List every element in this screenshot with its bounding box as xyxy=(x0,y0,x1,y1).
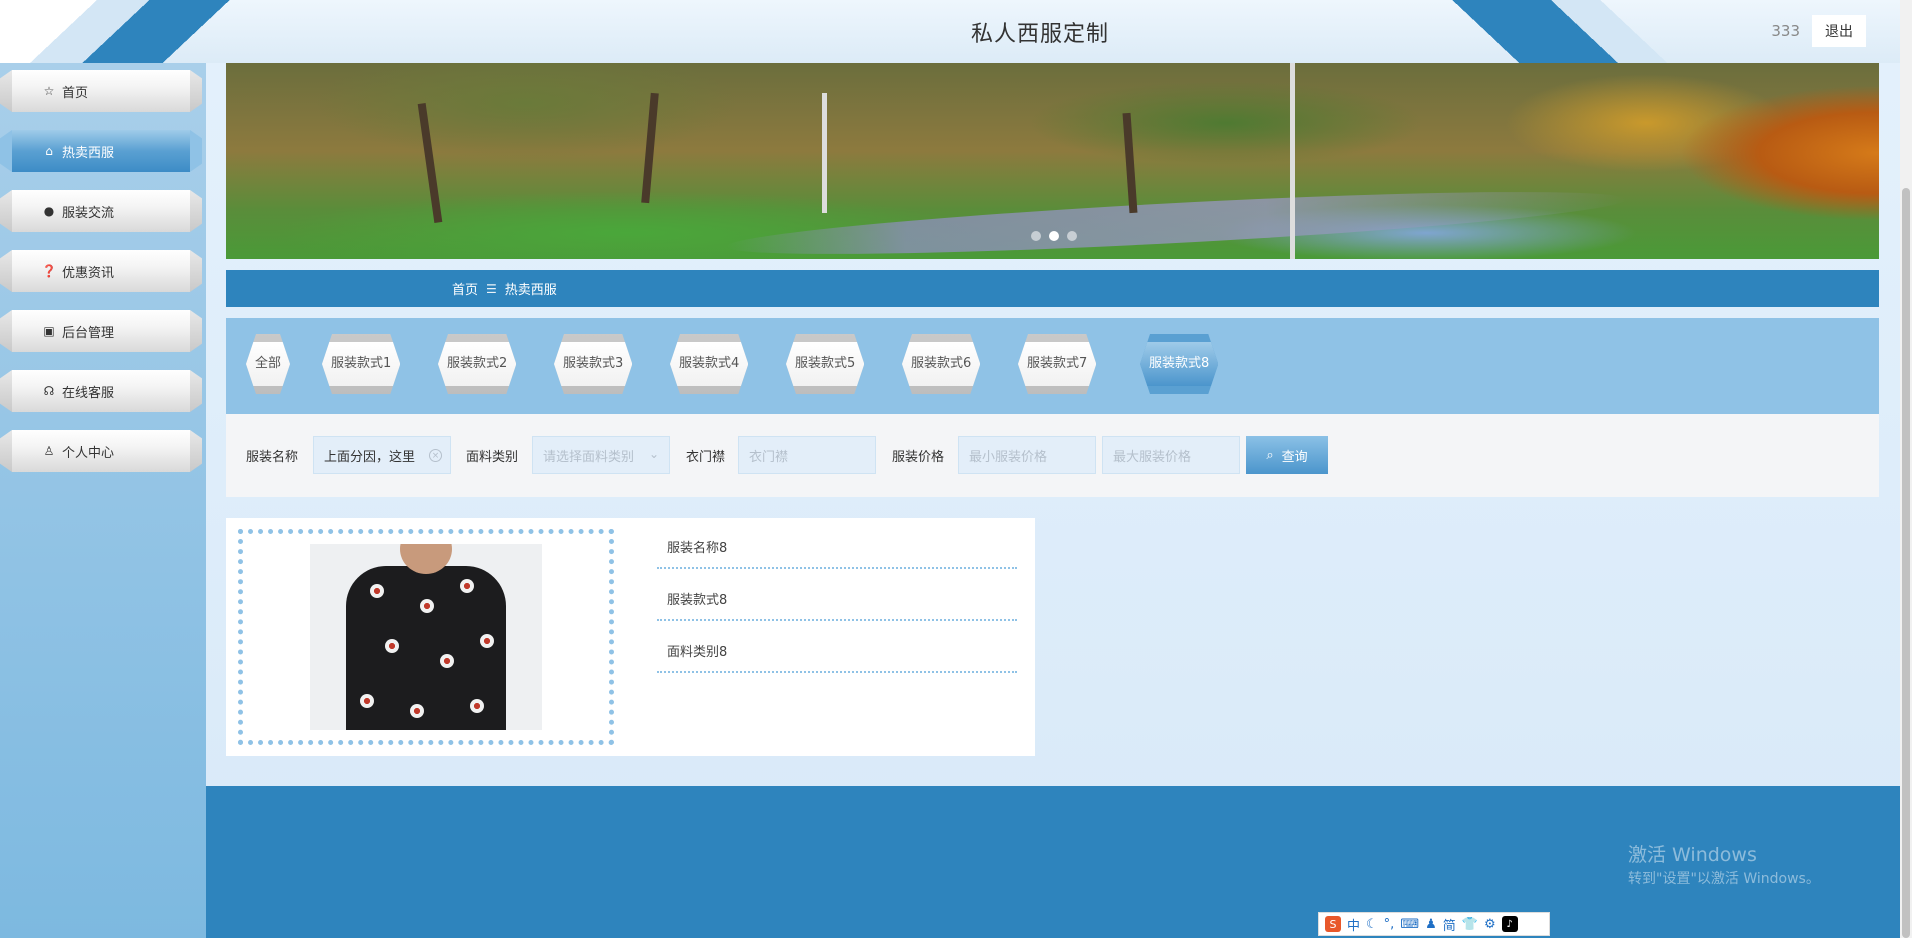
logout-button[interactable]: 退出 xyxy=(1812,15,1866,47)
sidebar-item-admin[interactable]: ▣ 后台管理 xyxy=(0,303,206,355)
windows-activation-hint: 转到"设置"以激活 Windows。 xyxy=(1628,871,1820,887)
ime-simplified-toggle[interactable]: 简 xyxy=(1443,915,1456,934)
sidebar-item-news[interactable]: ❓ 优惠资讯 xyxy=(0,243,206,295)
banner-tree xyxy=(641,92,659,204)
banner-carousel[interactable] xyxy=(226,63,1879,259)
breadcrumb-current: 热卖西服 xyxy=(504,283,557,298)
ime-toolbar[interactable]: S 中 ☾ °, ⌨ ♟ 简 👕 ⚙ ♪ xyxy=(1318,912,1550,936)
sidebar: ☆ 首页 ⌂ 热卖西服 ● 服装交流 ❓ 优惠资讯 ▣ 后台管理 ☊ 在线客服 ♙ 个人中心 xyxy=(0,63,206,938)
sidebar-item-hot-suits[interactable]: ⌂ 热卖西服 xyxy=(0,123,206,175)
search-icon: ⌕ xyxy=(1266,447,1274,463)
page-scrollbar[interactable] xyxy=(1900,0,1912,938)
top-header: 私人西服定制 333 退出 xyxy=(0,0,1900,63)
price-label: 服装价格 xyxy=(892,450,945,465)
placket-input[interactable]: 衣门襟 xyxy=(738,436,876,474)
clear-icon[interactable]: × xyxy=(429,449,442,462)
sidebar-item-label: 后台管理 xyxy=(62,325,115,341)
carousel-indicators xyxy=(1031,231,1077,241)
ime-chinese-toggle[interactable]: 中 xyxy=(1347,915,1360,934)
category-tab[interactable]: 服装款式1 xyxy=(322,334,400,394)
product-image-frame xyxy=(238,529,614,745)
alert-icon: ● xyxy=(43,204,55,218)
category-tab-active[interactable]: 服装款式8 xyxy=(1140,334,1218,394)
tiktok-icon[interactable]: ♪ xyxy=(1501,916,1518,932)
site-title: 私人西服定制 xyxy=(970,22,1109,47)
sidebar-item-forum[interactable]: ● 服装交流 xyxy=(0,183,206,235)
max-price-input[interactable]: 最大服装价格 xyxy=(1102,436,1240,474)
banner-tree xyxy=(1122,112,1138,214)
punctuation-icon[interactable]: °, xyxy=(1384,917,1395,932)
category-tab[interactable]: 服装款式6 xyxy=(902,334,980,394)
category-tab[interactable]: 服装款式3 xyxy=(554,334,632,394)
sidebar-item-home[interactable]: ☆ 首页 xyxy=(0,63,206,115)
query-button[interactable]: ⌕ 查询 xyxy=(1246,436,1328,474)
sidebar-item-label: 个人中心 xyxy=(62,445,115,461)
sidebar-item-label: 优惠资讯 xyxy=(62,265,115,281)
user-icon: ♙ xyxy=(43,444,55,458)
sogou-icon[interactable]: S xyxy=(1325,916,1341,932)
scrollbar-thumb[interactable] xyxy=(1902,188,1910,938)
user-icon[interactable]: ♟ xyxy=(1425,917,1437,932)
category-tab[interactable]: 服装款式2 xyxy=(438,334,516,394)
sidebar-item-label: 热卖西服 xyxy=(62,145,115,161)
name-label: 服装名称 xyxy=(246,450,299,465)
sidebar-item-profile[interactable]: ♙ 个人中心 xyxy=(0,423,206,475)
product-fabric: 面料类别8 xyxy=(657,630,1017,673)
category-tab[interactable]: 服装款式4 xyxy=(670,334,748,394)
keyboard-icon[interactable]: ⌨ xyxy=(1400,917,1419,932)
product-card[interactable]: 服装名称8 服装款式8 面料类别8 xyxy=(226,518,1035,756)
carousel-dot[interactable] xyxy=(1067,231,1077,241)
search-form: 服装名称 上面分因，这里 × 面料类别 请选择面料类别 ⌄ 衣门襟 衣门襟 服装… xyxy=(226,414,1879,497)
banner-path xyxy=(726,179,1626,259)
breadcrumb-separator-icon: ☰ xyxy=(486,281,497,296)
banner-lamp-post xyxy=(1290,63,1295,259)
fabric-label: 面料类别 xyxy=(466,450,519,465)
help-icon: ❓ xyxy=(41,264,57,278)
banner-lamp-post xyxy=(822,93,827,213)
category-tab[interactable]: 服装款式5 xyxy=(786,334,864,394)
moon-icon[interactable]: ☾ xyxy=(1366,917,1378,932)
briefcase-icon: ▣ xyxy=(43,324,55,338)
bag-icon: ⌂ xyxy=(45,144,53,158)
sidebar-item-support[interactable]: ☊ 在线客服 xyxy=(0,363,206,415)
product-image[interactable] xyxy=(310,544,542,730)
carousel-dot[interactable] xyxy=(1049,231,1059,241)
star-icon: ☆ xyxy=(43,84,55,98)
chevron-down-icon: ⌄ xyxy=(648,447,659,461)
min-price-input[interactable]: 最小服装价格 xyxy=(958,436,1096,474)
breadcrumb: 首页 ☰ 热卖西服 xyxy=(226,270,1879,307)
name-input[interactable]: 上面分因，这里 × xyxy=(313,436,451,474)
breadcrumb-home[interactable]: 首页 xyxy=(452,279,478,298)
product-name: 服装名称8 xyxy=(657,526,1017,569)
category-tab[interactable]: 全部 xyxy=(246,334,290,394)
fabric-select[interactable]: 请选择面料类别 ⌄ xyxy=(532,436,670,474)
category-filter-bar: 全部 服装款式1 服装款式2 服装款式3 服装款式4 服装款式5 服装款式6 服… xyxy=(226,318,1879,414)
gear-icon[interactable]: ⚙ xyxy=(1484,917,1496,932)
sidebar-item-label: 在线客服 xyxy=(62,385,115,401)
sidebar-item-label: 首页 xyxy=(62,85,89,101)
shirt-icon[interactable]: 👕 xyxy=(1462,917,1478,932)
headset-icon: ☊ xyxy=(43,384,55,398)
carousel-dot[interactable] xyxy=(1031,231,1041,241)
category-tab[interactable]: 服装款式7 xyxy=(1018,334,1096,394)
username-label: 333 xyxy=(1771,22,1800,40)
placket-label: 衣门襟 xyxy=(686,450,726,465)
product-style: 服装款式8 xyxy=(657,578,1017,621)
windows-activation-watermark: 激活 Windows xyxy=(1628,844,1757,866)
banner-tree xyxy=(417,103,443,223)
sidebar-item-label: 服装交流 xyxy=(62,205,115,221)
